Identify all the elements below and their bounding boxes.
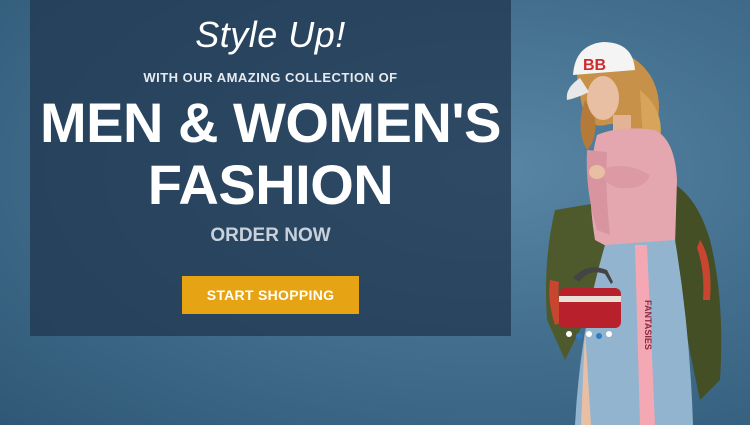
hero-text-panel: Style Up! WITH OUR AMAZING COLLECTION OF… xyxy=(30,0,511,336)
cap-logo-text: BB xyxy=(583,57,606,74)
skirt-print-text: FANTASIES xyxy=(643,300,653,350)
hero-banner: Style Up! WITH OUR AMAZING COLLECTION OF… xyxy=(0,0,750,425)
headline-line-2: FASHION xyxy=(147,153,394,216)
order-now-text: ORDER NOW xyxy=(210,225,331,246)
headline: MEN & WOMEN'S FASHION xyxy=(30,92,511,216)
headline-line-1: MEN & WOMEN'S xyxy=(39,91,502,154)
subtitle: WITH OUR AMAZING COLLECTION OF xyxy=(143,70,398,85)
tagline: Style Up! xyxy=(195,14,346,55)
start-shopping-button[interactable]: START SHOPPING xyxy=(182,276,359,314)
fashion-model-image: BB FANTASIES xyxy=(546,42,722,425)
